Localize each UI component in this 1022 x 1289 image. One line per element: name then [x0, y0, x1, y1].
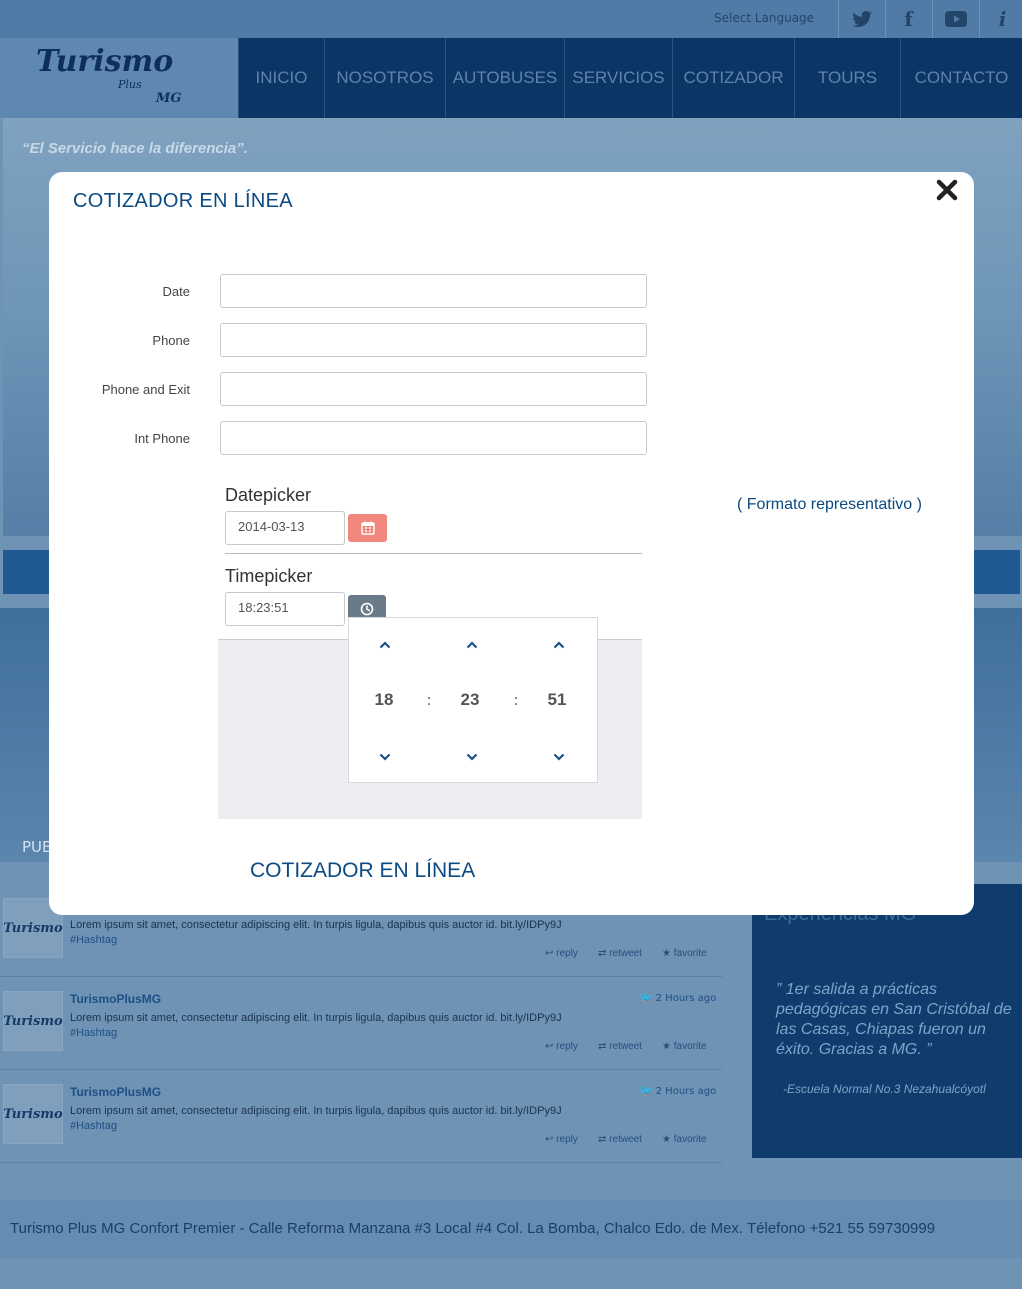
footer-text: Turismo Plus MG Confort Premier - Calle …	[10, 1220, 936, 1237]
reply-link[interactable]: ↩ reply	[545, 1134, 578, 1145]
tweet-text: Lorem ipsum sit amet, consectetur adipis…	[70, 1012, 562, 1024]
time-separator: :	[426, 691, 432, 709]
retweet-link[interactable]: ⇄ retweet	[598, 1041, 642, 1052]
hero-slogan: “El Servicio hace la diferencia”.	[22, 140, 248, 157]
nav-servicios[interactable]: SERVICIOS	[564, 38, 672, 118]
testimonial-author: -Escuela Normal No.3 Nezahualcóyotl	[783, 1082, 986, 1096]
phone-and-exit-field[interactable]	[220, 372, 647, 406]
logo-text: Turismo	[36, 44, 174, 79]
logo-mg: MG	[156, 91, 182, 106]
hour-value[interactable]: 18	[359, 690, 409, 710]
tweet-user[interactable]: TurismoPlusMG	[70, 992, 161, 1006]
retweet-link[interactable]: ⇄ retweet	[598, 948, 642, 959]
modal-bottom-title: COTIZADOR EN LÍNEA	[250, 859, 476, 882]
minute-up-icon[interactable]	[452, 630, 492, 660]
calendar-icon[interactable]	[348, 514, 387, 542]
tweet-item: Turismo TurismoPlusMG 🐦 2 Hours ago Lore…	[0, 1070, 722, 1163]
destination-caption: PUE	[22, 838, 52, 856]
reply-link[interactable]: ↩ reply	[545, 948, 578, 959]
info-icon[interactable]: i	[979, 0, 1022, 38]
nav-autobuses[interactable]: AUTOBUSES	[445, 38, 564, 118]
nav-inicio[interactable]: INICIO	[238, 38, 324, 118]
tweet-text: Lorem ipsum sit amet, consectetur adipis…	[70, 1105, 562, 1117]
tweet-item: Turismo TurismoPlusMG 🐦 2 Hours ago Lore…	[0, 977, 722, 1070]
twitter-icon[interactable]	[838, 0, 884, 38]
testimonial-quote: ” 1er salida a prácticas pedagógicas en …	[776, 981, 1012, 1058]
date-label: Date	[162, 284, 190, 299]
tweet-time: 🐦 2 Hours ago	[640, 993, 717, 1004]
nav-contacto[interactable]: CONTACTO	[900, 38, 1022, 118]
nav-tours[interactable]: TOURS	[794, 38, 900, 118]
modal-title: COTIZADOR EN LÍNEA	[73, 190, 293, 212]
minute-value[interactable]: 23	[445, 690, 495, 710]
section-divider	[225, 553, 642, 554]
tweet-text: Lorem ipsum sit amet, consectetur adipis…	[70, 919, 562, 931]
tweet-time: 🐦 2 Hours ago	[640, 1086, 717, 1097]
avatar[interactable]: Turismo	[3, 991, 63, 1051]
tweet-hashtag[interactable]: #Hashtag	[70, 934, 117, 946]
facebook-icon[interactable]: f	[885, 0, 931, 38]
hour-down-icon[interactable]	[365, 742, 405, 772]
formato-link[interactable]: ( Formato representativo )	[737, 496, 922, 514]
nav-cotizador[interactable]: COTIZADOR	[672, 38, 794, 118]
favorite-link[interactable]: ★ favorite	[662, 1041, 707, 1052]
datepicker-input[interactable]: 2014-03-13	[225, 511, 345, 545]
time-separator: :	[513, 691, 519, 709]
cotizador-modal: COTIZADOR EN LÍNEA Date Phone Phone and …	[49, 172, 974, 915]
int-phone-field[interactable]	[220, 421, 647, 455]
favorite-link[interactable]: ★ favorite	[662, 948, 707, 959]
phone-field[interactable]	[220, 323, 647, 357]
timepicker-label: Timepicker	[225, 566, 313, 586]
second-up-icon[interactable]	[539, 630, 579, 660]
close-icon[interactable]	[933, 178, 961, 206]
timepicker-input[interactable]: 18:23:51	[225, 592, 345, 626]
timepicker-popup: 18 : 23 : 51	[348, 617, 598, 783]
second-value[interactable]: 51	[532, 690, 582, 710]
nav-nosotros[interactable]: NOSOTROS	[324, 38, 445, 118]
retweet-link[interactable]: ⇄ retweet	[598, 1134, 642, 1145]
phone-and-exit-label: Phone and Exit	[101, 382, 190, 397]
hour-up-icon[interactable]	[365, 630, 405, 660]
tweet-hashtag[interactable]: #Hashtag	[70, 1120, 117, 1132]
second-down-icon[interactable]	[539, 742, 579, 772]
reply-link[interactable]: ↩ reply	[545, 1041, 578, 1052]
tweet-hashtag[interactable]: #Hashtag	[70, 1027, 117, 1039]
favorite-link[interactable]: ★ favorite	[662, 1134, 707, 1145]
datepicker-label: Datepicker	[225, 485, 312, 505]
youtube-icon[interactable]	[932, 0, 978, 38]
tweet-list: Turismo Lorem ipsum sit amet, consectetu…	[0, 884, 722, 1163]
select-language-link[interactable]: Select Language	[714, 11, 814, 25]
logo-sub: Plus	[118, 78, 142, 91]
avatar[interactable]: Turismo	[3, 1084, 63, 1144]
minute-down-icon[interactable]	[452, 742, 492, 772]
date-field[interactable]	[220, 274, 647, 308]
int-phone-label: Int Phone	[134, 431, 190, 446]
tweet-user[interactable]: TurismoPlusMG	[70, 1085, 161, 1099]
phone-label: Phone	[152, 333, 190, 348]
